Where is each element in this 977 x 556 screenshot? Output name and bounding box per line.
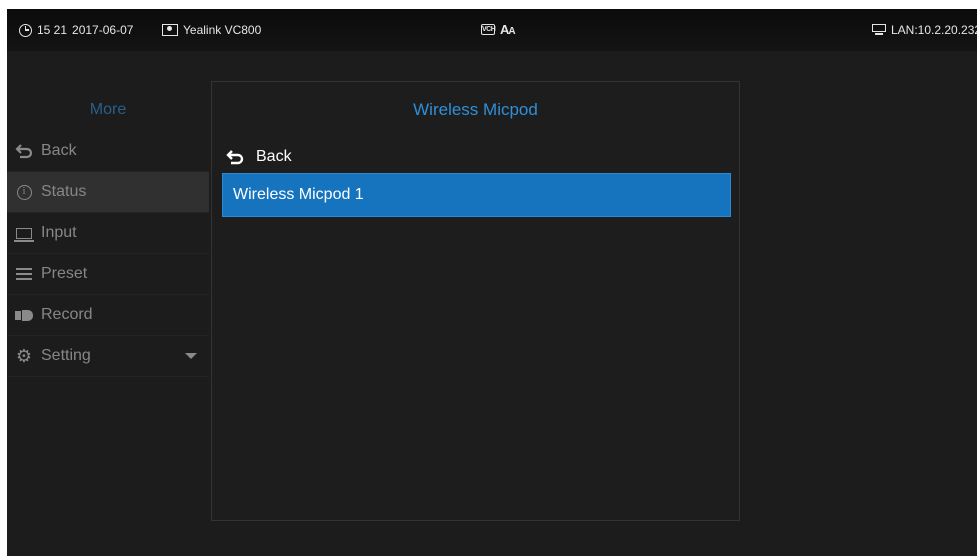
clock-icon [19,23,32,37]
lan-icon [872,24,886,36]
status-indicators: VCH AA [481,22,516,37]
menu-item-status[interactable]: i Status [7,172,209,213]
menu-item-input[interactable]: Input [7,213,209,254]
status-date: 2017-06-07 [72,23,134,37]
list-item-micpod-1[interactable]: Wireless Micpod 1 [222,173,731,217]
micpod-list: Wireless Micpod 1 [222,173,731,217]
main-panel: Wireless Micpod Back Wireless Micpod 1 [211,81,740,521]
gear-icon: ⚙ [15,346,33,366]
menu-item-record[interactable]: Record [7,295,209,336]
back-arrow-icon [15,143,33,159]
menu-item-label: Input [41,224,77,241]
info-icon: i [16,184,32,200]
menu-item-setting[interactable]: ⚙ Setting [7,336,209,377]
device-info: Yealink VC800 [162,23,261,37]
menu-item-label: Record [41,306,93,323]
menu-item-back[interactable]: Back [7,131,209,172]
menu-item-label: Setting [41,347,91,364]
chevron-down-icon[interactable] [185,353,197,359]
input-icon [14,227,34,242]
back-label: Back [256,148,292,165]
vch-icon: VCH [481,24,496,35]
more-menu: More Back i Status Input Preset Record ⚙… [7,89,209,377]
back-button[interactable]: Back [226,144,292,170]
menu-title: More [89,101,127,118]
page-title: Wireless Micpod [413,100,538,119]
menu-item-label: Status [41,183,87,200]
preset-icon [16,268,32,280]
back-arrow-icon [226,150,244,165]
screen: 15 21 2017-06-07 Yealink VC800 VCH AA LA… [7,9,977,556]
status-bar: 15 21 2017-06-07 Yealink VC800 VCH AA LA… [7,9,977,51]
status-time: 15 21 [37,23,68,37]
lan-address: LAN:10.2.20.232 [891,23,977,37]
menu-item-preset[interactable]: Preset [7,254,209,295]
menu-item-label: Preset [41,265,88,282]
device-name: Yealink VC800 [183,23,262,37]
datetime: 15 21 2017-06-07 [19,23,133,37]
menu-item-label: Back [41,142,77,159]
record-icon [15,309,33,321]
font-size-icon: AA [500,22,516,37]
device-icon [162,24,178,36]
network-info: LAN:10.2.20.232 [872,23,977,37]
